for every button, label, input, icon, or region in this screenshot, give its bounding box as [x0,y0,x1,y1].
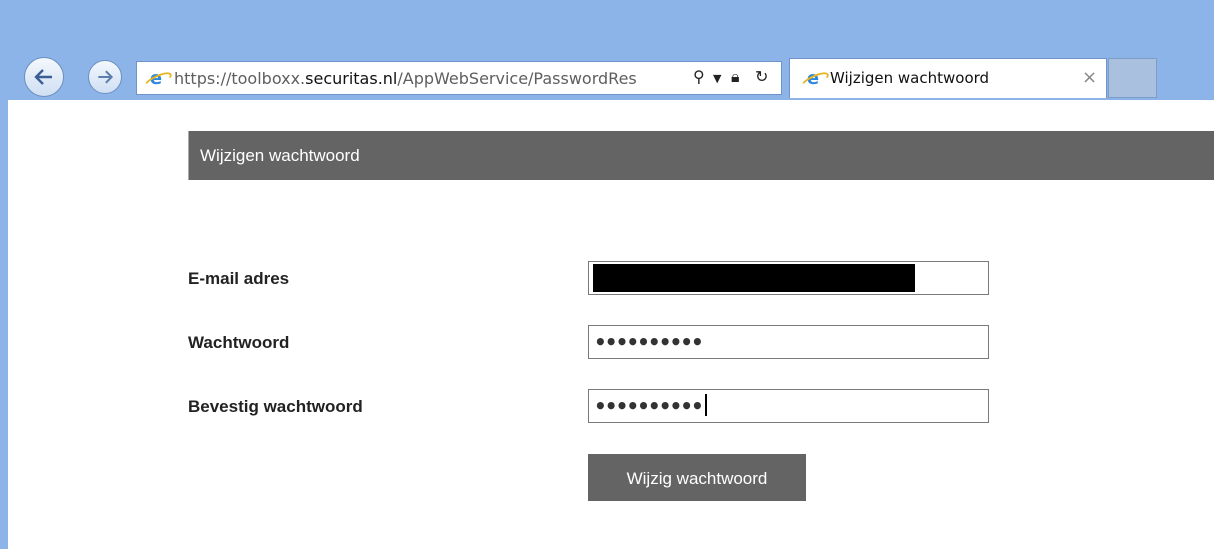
password-label: Wachtwoord [188,333,290,352]
ie-logo-icon: e [803,68,823,89]
forward-arrow-icon [98,70,114,84]
password-field[interactable]: •••••••••• [588,325,989,359]
page-header: Wijzigen wachtwoord [188,131,1214,180]
dropdown-icon[interactable]: ▼ [713,72,721,85]
change-password-button[interactable]: Wijzig wachtwoord [588,454,806,501]
lock-icon[interactable]: 🔒︎ [731,67,740,87]
search-icon[interactable]: ⚲ [693,67,705,86]
forward-button[interactable] [88,60,122,94]
close-icon[interactable]: × [1082,67,1097,88]
redacted-email [593,264,915,292]
password-value: •••••••••• [594,330,704,354]
tab-title: Wijzigen wachtwoord [830,69,990,87]
email-field[interactable] [588,261,989,295]
address-bar[interactable]: e https://toolboxx.securitas.nl/AppWebSe… [136,61,782,95]
confirm-password-value: •••••••••• [594,394,707,418]
email-label: E-mail adres [188,269,290,288]
ie-logo-icon: e [146,68,166,89]
refresh-icon[interactable]: ↻ [755,67,768,86]
back-arrow-icon [34,69,52,85]
confirm-password-field[interactable]: •••••••••• [588,389,989,423]
page-title: Wijzigen wachtwoord [200,146,360,165]
confirm-password-label: Bevestig wachtwoord [188,397,363,416]
url-text[interactable]: https://toolboxx.securitas.nl/AppWebServ… [174,69,690,88]
new-tab-button[interactable] [1108,58,1157,98]
back-button[interactable] [24,57,64,97]
text-caret [704,394,707,416]
browser-tab[interactable]: e Wijzigen wachtwoord × [789,58,1107,98]
page-content: Wijzigen wachtwoord E-mail adres Wachtwo… [8,100,1214,549]
browser-chrome: e https://toolboxx.securitas.nl/AppWebSe… [0,0,1214,110]
